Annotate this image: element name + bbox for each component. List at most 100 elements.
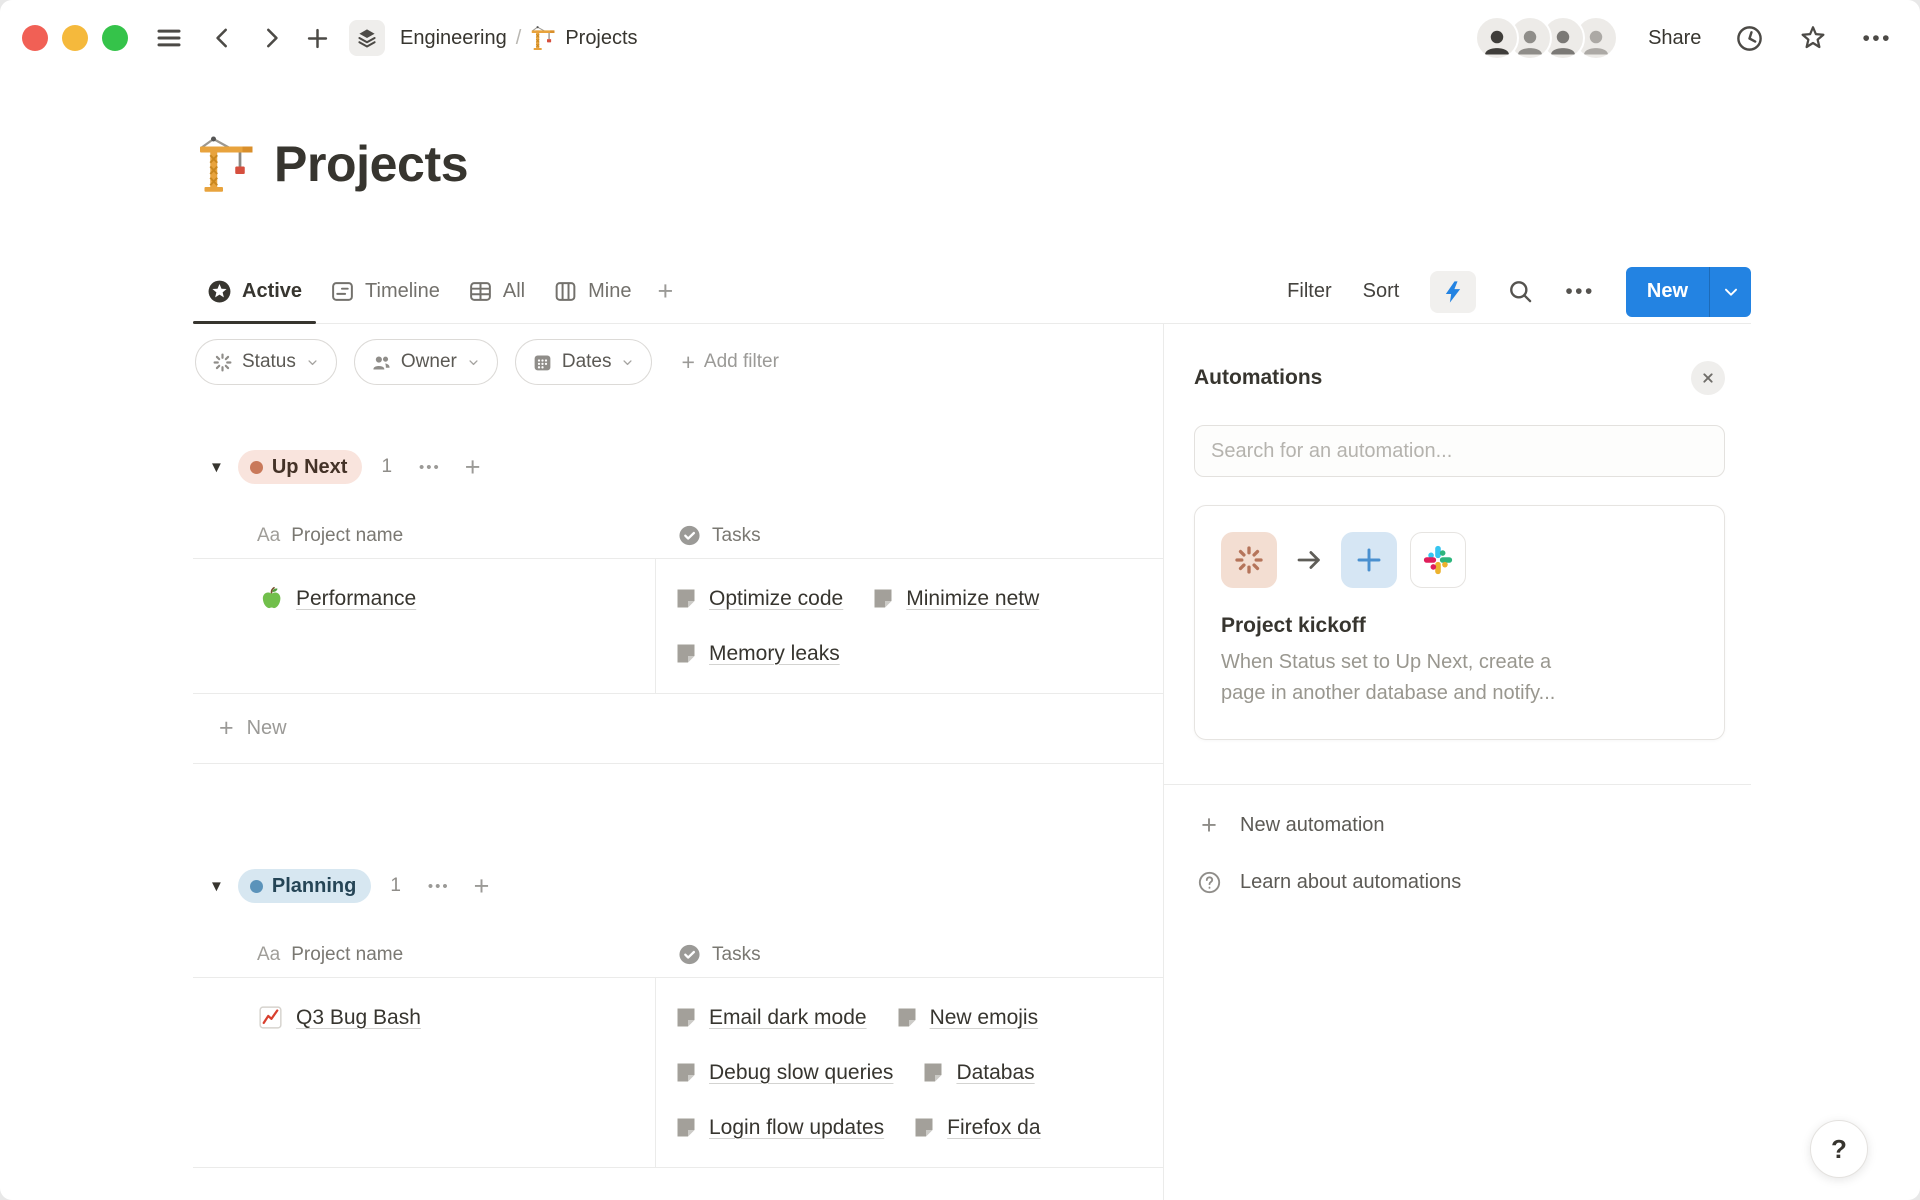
add-page-action-badge: [1341, 532, 1397, 588]
status-trigger-badge: [1221, 532, 1277, 588]
slack-icon: [1422, 544, 1454, 576]
new-dropdown-button[interactable]: [1709, 267, 1751, 317]
filter-button[interactable]: Filter: [1287, 280, 1331, 303]
group-add-button[interactable]: +: [474, 873, 490, 900]
share-button[interactable]: Share: [1648, 27, 1701, 50]
page-icon: [921, 1061, 945, 1085]
column-header-tasks[interactable]: Tasks: [656, 932, 1163, 977]
filter-chip-owner[interactable]: Owner: [354, 339, 498, 385]
page-title: Projects: [274, 135, 468, 193]
clock-icon: [1735, 24, 1764, 53]
task-title: Email dark mode: [709, 1006, 867, 1030]
task-link[interactable]: Memory leaks: [674, 642, 840, 666]
group-collapse-toggle[interactable]: ▼: [209, 878, 224, 895]
new-automation-button[interactable]: + New automation: [1196, 797, 1725, 854]
minimize-window-button[interactable]: [62, 25, 88, 51]
page-icon: [674, 1006, 698, 1030]
view-tabs: Active Timeline All Mine +: [193, 260, 685, 323]
add-view-button[interactable]: +: [645, 260, 685, 323]
task-link[interactable]: Firefox da: [912, 1116, 1040, 1140]
view-toolbar: Active Timeline All Mine + Filter Sort •…: [193, 260, 1751, 324]
new-tab-button[interactable]: [304, 25, 331, 52]
breadcrumb: Engineering / Projects: [400, 25, 638, 51]
avatar[interactable]: [1475, 16, 1519, 60]
tab-mine[interactable]: Mine: [539, 260, 645, 323]
person-icon: [1480, 24, 1514, 58]
topbar-more-button[interactable]: •••: [1862, 28, 1892, 49]
task-title: Firefox da: [947, 1116, 1040, 1140]
page-icon: [674, 642, 698, 666]
learn-about-automations-link[interactable]: Learn about automations: [1196, 854, 1725, 911]
new-button[interactable]: New: [1626, 267, 1709, 317]
task-link[interactable]: New emojis: [895, 1006, 1039, 1030]
teamspace-switcher-button[interactable]: [349, 20, 385, 56]
automation-card[interactable]: Project kickoff When Status set to Up Ne…: [1194, 505, 1725, 740]
automations-panel-header: Automations: [1194, 361, 1725, 395]
breadcrumb-page[interactable]: Projects: [565, 27, 637, 50]
chevron-down-icon: [305, 355, 320, 370]
chevron-right-icon: [258, 25, 284, 51]
filter-chip-status[interactable]: Status: [195, 339, 337, 385]
group-more-button[interactable]: •••: [428, 879, 450, 894]
page-icon: [674, 1061, 698, 1085]
new-row-button[interactable]: + New: [193, 694, 1163, 764]
hamburger-icon: [154, 23, 184, 53]
chevron-down-icon: [620, 355, 635, 370]
task-title: Debug slow queries: [709, 1061, 893, 1085]
breadcrumb-teamspace[interactable]: Engineering: [400, 27, 507, 50]
search-icon[interactable]: [1507, 278, 1534, 305]
help-button[interactable]: ?: [1810, 1120, 1868, 1178]
task-title: New emojis: [930, 1006, 1039, 1030]
zoom-window-button[interactable]: [102, 25, 128, 51]
page-header: Projects: [196, 134, 468, 194]
filter-bar: Status Owner Dates + Add filter: [195, 339, 1163, 385]
forward-button[interactable]: [258, 25, 284, 51]
breadcrumb-separator: /: [516, 27, 522, 50]
task-link[interactable]: Login flow updates: [674, 1116, 884, 1140]
status-pill-up-next[interactable]: Up Next: [238, 450, 363, 484]
table-row: Q3 Bug Bash Email dark mode New emojis: [193, 978, 1163, 1168]
calendar-icon: [532, 352, 553, 373]
sort-button[interactable]: Sort: [1363, 280, 1400, 303]
page-icon: [674, 1116, 698, 1140]
view-more-button[interactable]: •••: [1565, 281, 1595, 302]
sidebar-toggle-button[interactable]: [154, 23, 184, 53]
text-type-icon: Aa: [257, 525, 280, 547]
group-collapse-toggle[interactable]: ▼: [209, 459, 224, 476]
chip-label: Owner: [401, 351, 457, 373]
project-link[interactable]: Performance: [296, 587, 416, 611]
task-link[interactable]: Optimize code: [674, 587, 843, 611]
updates-button[interactable]: [1735, 24, 1764, 53]
project-link[interactable]: Q3 Bug Bash: [296, 1006, 421, 1030]
traffic-lights: [22, 25, 128, 51]
close-panel-button[interactable]: [1691, 361, 1725, 395]
task-link[interactable]: Debug slow queries: [674, 1061, 893, 1085]
group-add-button[interactable]: +: [465, 454, 481, 481]
close-window-button[interactable]: [22, 25, 48, 51]
column-header-project-name[interactable]: Aa Project name: [193, 932, 656, 977]
tab-all[interactable]: All: [454, 260, 539, 323]
tab-active[interactable]: Active: [193, 260, 316, 323]
chevron-left-icon: [210, 25, 236, 51]
add-filter-button[interactable]: + Add filter: [681, 351, 778, 374]
tab-timeline[interactable]: Timeline: [316, 260, 454, 323]
crane-page-icon[interactable]: [196, 134, 256, 194]
task-link[interactable]: Minimize netw: [871, 587, 1039, 611]
automation-search-input[interactable]: [1195, 440, 1724, 463]
automation-title: Project kickoff: [1221, 614, 1698, 638]
task-link[interactable]: Email dark mode: [674, 1006, 867, 1030]
task-link[interactable]: Databas: [921, 1061, 1034, 1085]
board-icon: [553, 279, 578, 304]
column-header-project-name[interactable]: Aa Project name: [193, 513, 656, 558]
group-header-planning: ▼ Planning 1 ••• +: [193, 862, 1163, 910]
plus-icon: +: [219, 716, 234, 741]
group-more-button[interactable]: •••: [419, 460, 441, 475]
automations-panel: Automations Project kickoff When Status …: [1163, 324, 1751, 1200]
back-button[interactable]: [210, 25, 236, 51]
automations-button[interactable]: [1430, 271, 1476, 313]
column-header-tasks[interactable]: Tasks: [656, 513, 1163, 558]
filter-chip-dates[interactable]: Dates: [515, 339, 653, 385]
plus-icon: [1353, 544, 1385, 576]
status-pill-planning[interactable]: Planning: [238, 869, 371, 903]
favorite-button[interactable]: [1798, 23, 1828, 53]
